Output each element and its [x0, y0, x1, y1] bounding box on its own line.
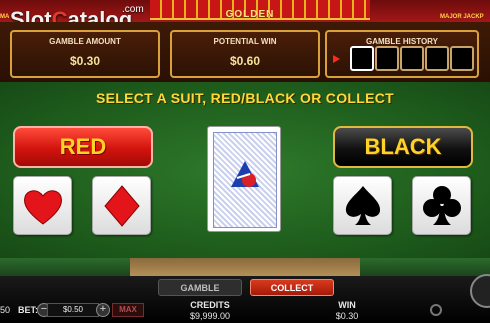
history-slot: [425, 46, 449, 71]
left-edge-label: MA: [0, 14, 10, 20]
diamond-icon: [103, 184, 140, 227]
credits-label: CREDITS: [190, 300, 230, 310]
diamonds-button[interactable]: [92, 176, 151, 235]
card-emblem-icon: [231, 161, 259, 187]
spades-button[interactable]: [333, 176, 392, 235]
black-button[interactable]: BLACK: [333, 126, 473, 168]
gamble-instructions: SELECT A SUIT, RED/BLACK OR COLLECT: [95, 90, 395, 106]
history-slot: [400, 46, 424, 71]
max-bet-button[interactable]: MAX: [112, 303, 144, 317]
bet-prefix-value: 50: [0, 305, 11, 315]
face-down-card: [207, 126, 281, 232]
collect-button[interactable]: COLLECT: [250, 279, 334, 296]
win-value: $0.30: [335, 311, 359, 321]
bet-label: BET:: [18, 305, 38, 315]
gamble-history-label: GAMBLE HISTORY: [365, 37, 438, 46]
clubs-button[interactable]: [412, 176, 471, 235]
spade-icon: [345, 185, 380, 225]
history-slot: [350, 46, 374, 71]
bet-increase-button[interactable]: +: [96, 303, 110, 317]
potential-win-box: POTENTIAL WIN $0.60: [170, 30, 320, 78]
temple-floor: [130, 258, 360, 276]
potential-win-label: POTENTIAL WIN: [213, 37, 277, 46]
red-button[interactable]: RED: [13, 126, 153, 168]
gamble-amount-label: GAMBLE AMOUNT: [49, 37, 121, 46]
heart-icon: [23, 189, 62, 225]
game-logo: GOLDEN: [225, 9, 275, 20]
hearts-button[interactable]: [13, 176, 72, 235]
club-icon: [422, 185, 461, 225]
gamble-amount-box: GAMBLE AMOUNT $0.30: [10, 30, 160, 78]
major-jackpot-label: MAJOR JACKP: [440, 14, 484, 20]
win-label: WIN: [338, 300, 356, 310]
potential-win-value: $0.60: [229, 54, 261, 68]
gamble-amount-value: $0.30: [69, 54, 101, 68]
gamble-tab[interactable]: GAMBLE: [158, 279, 242, 296]
credits-value: $9,999.00: [189, 311, 231, 321]
site-watermark-com: .com: [122, 4, 144, 15]
history-slot: [375, 46, 399, 71]
history-arrow-icon: [333, 55, 340, 63]
history-slot: [450, 46, 474, 71]
settings-icon[interactable]: [430, 304, 442, 316]
bet-value: $0.50: [47, 303, 99, 317]
